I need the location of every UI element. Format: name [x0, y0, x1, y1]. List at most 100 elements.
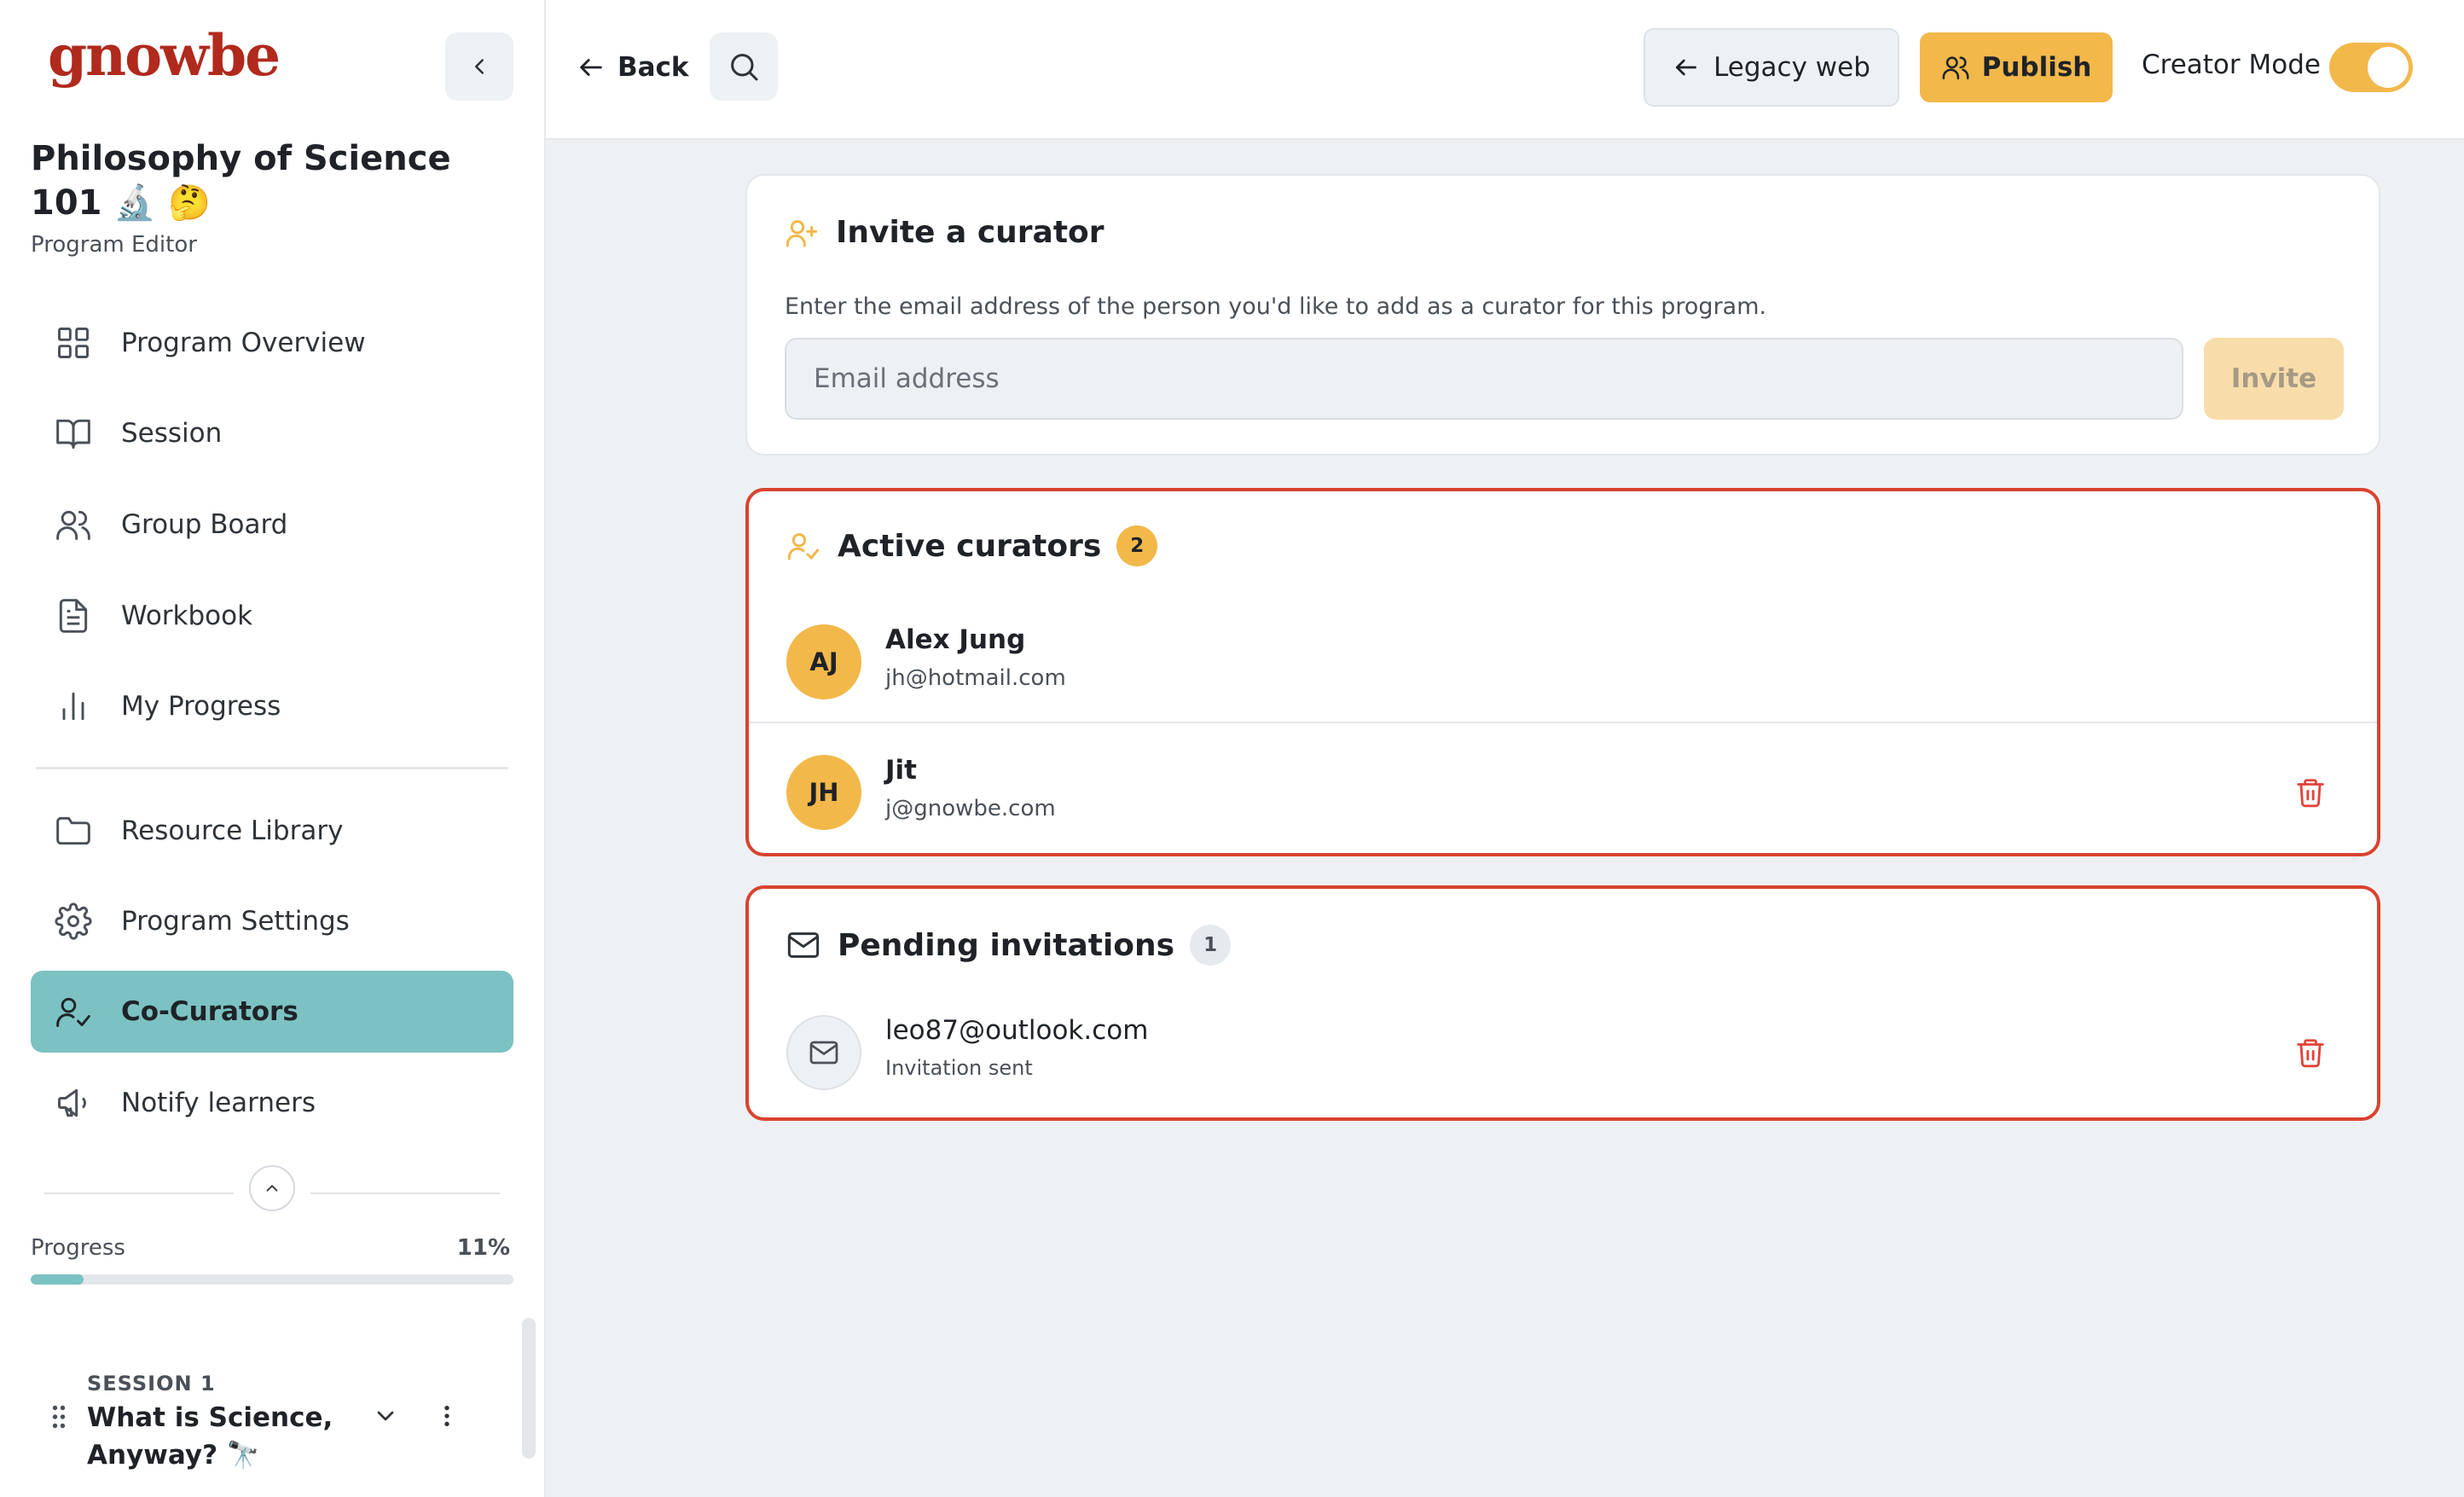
- collapse-sidebar-button[interactable]: [445, 32, 513, 101]
- curator-email: jh@hotmail.com: [885, 665, 1066, 691]
- sidebar-item-session[interactable]: Session: [31, 392, 513, 474]
- session-more-button[interactable]: [437, 1402, 457, 1430]
- chevron-left-icon: [475, 59, 484, 74]
- mail-icon: [787, 932, 820, 958]
- user-check-icon: [787, 533, 820, 560]
- creator-mode-toggle[interactable]: [2329, 43, 2413, 92]
- sidebar-item-resource-library[interactable]: Resource Library: [31, 790, 513, 872]
- arrow-left-icon: [580, 59, 602, 76]
- curator-email: j@gnowbe.com: [885, 796, 1056, 821]
- sidebar-item-co-curators[interactable]: Co-Curators: [31, 971, 513, 1053]
- trash-icon: [2297, 1039, 2324, 1068]
- invitation-status: Invitation sent: [885, 1056, 1033, 1080]
- sidebar-item-label: Program Overview: [121, 328, 366, 358]
- invite-curator-header: Invite a curator: [785, 215, 1104, 250]
- invite-curator-title: Invite a curator: [836, 215, 1104, 250]
- sidebar-item-program-settings[interactable]: Program Settings: [31, 880, 513, 962]
- progress-label: Progress: [31, 1235, 125, 1261]
- search-button[interactable]: [710, 32, 778, 101]
- progress-bar-fill: [31, 1274, 84, 1285]
- invite-button[interactable]: Invite: [2204, 338, 2344, 420]
- chevron-up-icon: [266, 1185, 278, 1192]
- sidebar-item-label: Program Settings: [121, 906, 350, 937]
- sidebar-item-label: Workbook: [121, 601, 253, 631]
- back-button[interactable]: Back: [577, 43, 689, 92]
- collapse-nav-button[interactable]: [249, 1165, 295, 1211]
- document-icon: [59, 599, 88, 633]
- sidebar-item-program-overview[interactable]: Program Overview: [31, 302, 513, 384]
- curator-name: Alex Jung: [885, 624, 1026, 655]
- legacy-web-label: Legacy web: [1713, 52, 1870, 83]
- sidebar-scrollbar[interactable]: [522, 1318, 536, 1459]
- mail-icon: [809, 1041, 838, 1065]
- program-subtitle: Program Editor: [31, 232, 197, 258]
- more-vertical-icon: [444, 1406, 449, 1426]
- sidebar-divider: [36, 767, 508, 769]
- remove-curator-button[interactable]: [2293, 775, 2328, 809]
- book-icon: [56, 419, 90, 449]
- invite-curator-description: Enter the email address of the person yo…: [785, 293, 1767, 320]
- avatar: AJ: [786, 624, 861, 699]
- bar-chart-icon: [62, 692, 84, 721]
- row-divider: [749, 722, 2377, 723]
- gear-icon: [55, 902, 92, 940]
- users-icon: [56, 510, 90, 540]
- drag-handle-icon[interactable]: [51, 1404, 67, 1430]
- sidebar: gnowbe Philosophy of Science 101 🔬 🤔 Pro…: [0, 0, 546, 1497]
- sidebar-item-notify-learners[interactable]: Notify learners: [31, 1062, 513, 1144]
- invitation-row: leo87@outlook.com Invitation sent: [749, 988, 2377, 1117]
- sidebar-item-workbook[interactable]: Workbook: [31, 575, 513, 657]
- active-curators-header: Active curators 2: [786, 525, 1158, 566]
- sidebar-item-label: Notify learners: [121, 1088, 316, 1118]
- program-title: Philosophy of Science 101 🔬 🤔: [31, 139, 451, 223]
- search-icon: [731, 54, 758, 81]
- session-title[interactable]: What is Science, Anyway? 🔭: [87, 1399, 343, 1474]
- sidebar-item-my-progress[interactable]: My Progress: [31, 665, 513, 747]
- avatar: JH: [786, 755, 861, 830]
- chevron-down-icon: [377, 1411, 394, 1421]
- invitation-email: leo87@outlook.com: [885, 1015, 1149, 1046]
- folder-icon: [56, 816, 90, 845]
- creator-mode-label: Creator Mode: [2142, 49, 2321, 80]
- revoke-invitation-button[interactable]: [2293, 1036, 2328, 1070]
- pending-invitations-card: Pending invitations 1 leo87@outlook.com …: [745, 885, 2380, 1121]
- curator-row: JH Jit j@gnowbe.com: [749, 728, 2377, 857]
- toggle-knob: [2368, 47, 2409, 88]
- curator-name: Jit: [885, 755, 917, 786]
- nav-separator: [44, 1192, 234, 1194]
- arrow-left-icon: [1676, 59, 1697, 76]
- curator-row: AJ Alex Jung jh@hotmail.com: [749, 597, 2377, 727]
- megaphone-icon: [58, 1088, 86, 1117]
- pending-invitations-count-badge: 1: [1190, 925, 1232, 966]
- users-icon: [1942, 56, 1969, 80]
- gnowbe-logo[interactable]: gnowbe: [48, 22, 281, 89]
- sidebar-item-label: Group Board: [121, 509, 288, 540]
- active-curators-count-badge: 2: [1116, 525, 1158, 566]
- top-bar: Back Legacy web Publish Creator Mode: [546, 0, 2464, 140]
- email-input[interactable]: [785, 338, 2183, 420]
- session-expand-button[interactable]: [372, 1402, 399, 1430]
- progress-value: 11%: [456, 1235, 510, 1261]
- sidebar-item-label: Resource Library: [121, 815, 344, 846]
- invitation-avatar: [786, 1015, 861, 1090]
- progress-bar: [31, 1274, 513, 1285]
- active-curators-card: Active curators 2 AJ Alex Jung jh@hotmai…: [745, 488, 2380, 856]
- trash-icon: [2297, 779, 2324, 808]
- sidebar-item-group-board[interactable]: Group Board: [31, 484, 513, 566]
- sidebar-item-label: Co-Curators: [121, 996, 299, 1027]
- publish-button[interactable]: Publish: [1920, 32, 2113, 102]
- nav-separator: [310, 1192, 500, 1194]
- user-plus-icon: [786, 219, 818, 247]
- invite-curator-card: Invite a curator Enter the email address…: [745, 174, 2380, 455]
- user-check-icon: [56, 997, 90, 1027]
- pending-invitations-title: Pending invitations: [838, 927, 1175, 963]
- back-label: Back: [617, 52, 689, 83]
- grid-icon: [58, 328, 89, 358]
- sidebar-item-label: Session: [121, 418, 223, 449]
- session-number: SESSION 1: [87, 1372, 216, 1395]
- active-curators-title: Active curators: [838, 528, 1102, 564]
- publish-label: Publish: [1981, 52, 2092, 83]
- legacy-web-button[interactable]: Legacy web: [1644, 28, 1899, 107]
- sidebar-item-label: My Progress: [121, 691, 281, 722]
- pending-invitations-header: Pending invitations 1: [786, 925, 1232, 966]
